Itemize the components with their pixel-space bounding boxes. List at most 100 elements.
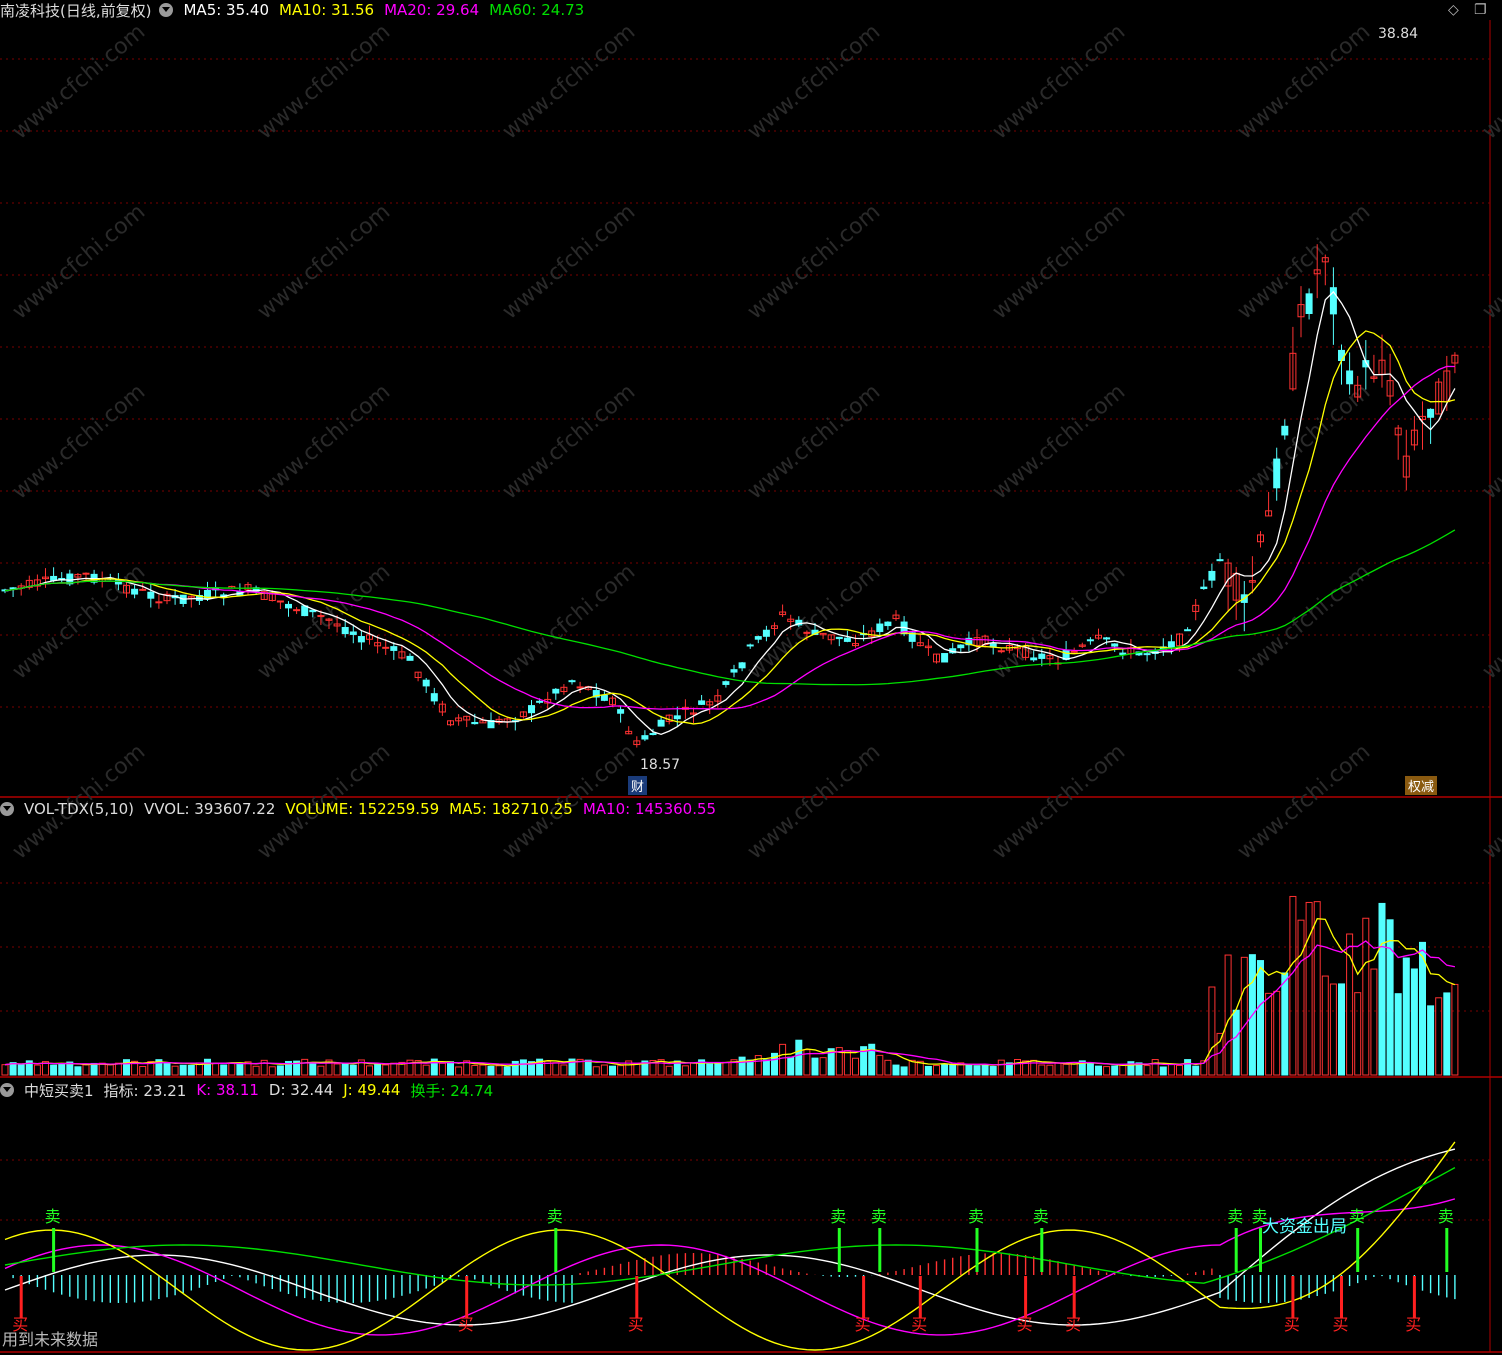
candle-body — [843, 637, 851, 642]
d-value: D: 32.44 — [268, 1081, 334, 1099]
candle-body — [576, 686, 584, 689]
sell-signal-label: 卖 — [968, 1207, 984, 1226]
candle-body — [1030, 657, 1038, 661]
candle-body — [698, 700, 706, 705]
buy-signal-label: 买 — [911, 1315, 927, 1334]
ind-menu-icon[interactable] — [0, 1083, 14, 1097]
buy-signal-label: 买 — [1284, 1315, 1300, 1334]
vvol-value: VVOL: 393607.22 — [144, 800, 276, 818]
candle-body — [50, 575, 58, 581]
candle-body — [390, 646, 398, 651]
candle-body — [471, 721, 479, 725]
candle-body — [941, 653, 949, 663]
volume-bar — [1410, 968, 1418, 1076]
ind-indicator-name[interactable]: 中短买卖1 — [24, 1080, 94, 1101]
volume-bar — [714, 1063, 722, 1076]
candle-body — [1208, 570, 1216, 581]
candle-body — [301, 605, 309, 617]
buy-signal-label: 买 — [1333, 1315, 1349, 1334]
sell-signal-label: 卖 — [1033, 1207, 1049, 1226]
buy-signal-label: 买 — [855, 1315, 871, 1334]
volume-bar — [447, 1061, 454, 1076]
vol-indicator-name[interactable]: VOL-TDX(5,10) — [24, 800, 134, 818]
big-fund-exit-label: 大资金出局 — [1262, 1217, 1347, 1237]
candle-body — [1086, 639, 1094, 642]
candle-body — [528, 705, 535, 714]
vol-menu-icon[interactable] — [0, 802, 14, 816]
volume-bar — [1338, 983, 1345, 1076]
candle-body — [876, 623, 884, 633]
rights-reduce-tag[interactable]: 权减 — [1405, 776, 1438, 795]
buy-signal-label: 买 — [1405, 1315, 1421, 1334]
volume-bar — [1402, 957, 1410, 1076]
volume-bar — [811, 1057, 819, 1076]
candle-body — [139, 588, 147, 591]
candle-body — [657, 719, 665, 727]
ma5-value: MA5: 35.40 — [183, 1, 269, 19]
volume-bar — [949, 1063, 957, 1076]
candle-body — [147, 591, 155, 599]
candle-body — [341, 627, 349, 635]
candle-body — [1305, 293, 1313, 314]
sell-signal-label: 卖 — [1227, 1207, 1243, 1226]
buy-signal-label: 买 — [1065, 1315, 1081, 1334]
volume-bar — [204, 1058, 211, 1076]
candle-body — [762, 629, 770, 637]
candle-body — [997, 650, 1005, 653]
candle-body — [131, 588, 139, 595]
candle-body — [1111, 643, 1119, 647]
sell-signal-label: 卖 — [45, 1207, 61, 1226]
candle-body — [746, 644, 754, 647]
volume-bar — [989, 1066, 997, 1076]
volume-bar — [1192, 1065, 1200, 1076]
volume-bar — [973, 1065, 981, 1076]
volume-bar — [123, 1059, 130, 1076]
candle-body — [600, 694, 608, 701]
candle-body — [1103, 637, 1111, 640]
volume-bar — [1427, 1005, 1435, 1076]
financial-report-tag[interactable]: 财 — [628, 776, 648, 795]
candle-body — [422, 679, 430, 687]
volume-bar — [163, 1062, 171, 1076]
candle-body — [1200, 586, 1208, 590]
volume-bar — [584, 1059, 592, 1076]
volume-bar — [220, 1064, 228, 1076]
volume-bar — [309, 1063, 317, 1076]
volume-bar — [941, 1064, 949, 1076]
volume-bar — [58, 1063, 66, 1076]
candle-body — [155, 601, 163, 604]
vol-ma10-value: MA10: 145360.55 — [582, 800, 717, 818]
volume-bar — [738, 1056, 746, 1076]
kline-chart-canvas[interactable]: www.cfchi.com www.cfchi.com www.cfchi.com w… — [0, 0, 1502, 1355]
volume-bar — [341, 1062, 349, 1076]
volume-value: VOLUME: 152259.59 — [285, 800, 440, 818]
volume-bar — [981, 1064, 989, 1076]
ind-panel-header: 中短买卖1 指标: 23.21 K: 38.11 D: 32.44 J: 49.… — [0, 1080, 503, 1100]
volume-bar — [17, 1064, 25, 1076]
volume-bar — [1184, 1059, 1192, 1076]
candle-body — [1216, 559, 1224, 562]
sell-signal-label: 卖 — [871, 1207, 887, 1226]
volume-bar — [1394, 993, 1402, 1076]
candle-body — [293, 609, 301, 612]
candle-body — [835, 636, 843, 640]
volume-bar — [795, 1039, 803, 1076]
sell-signal-label: 卖 — [830, 1207, 846, 1226]
sell-signal-label: 卖 — [547, 1207, 563, 1226]
candle-body — [82, 572, 90, 575]
candle-body — [349, 631, 357, 635]
volume-bar — [762, 1059, 770, 1076]
ma60-value: MA60: 24.73 — [489, 1, 585, 19]
volume-bar — [900, 1066, 908, 1076]
candle-body — [568, 680, 576, 683]
volume-bar — [236, 1062, 244, 1076]
candle-body — [382, 646, 390, 649]
candle-body — [357, 636, 365, 643]
diamond-icon[interactable]: ◇ — [1448, 2, 1459, 18]
volume-bar — [706, 1063, 714, 1076]
volume-bar — [187, 1064, 195, 1076]
panel-menu-icon[interactable] — [159, 3, 174, 17]
high-price-label: 38.84 — [1378, 26, 1419, 42]
window-restore-icon[interactable]: ❐ — [1474, 2, 1487, 18]
stock-title[interactable]: 南凌科技(日线,前复权) — [0, 0, 151, 21]
